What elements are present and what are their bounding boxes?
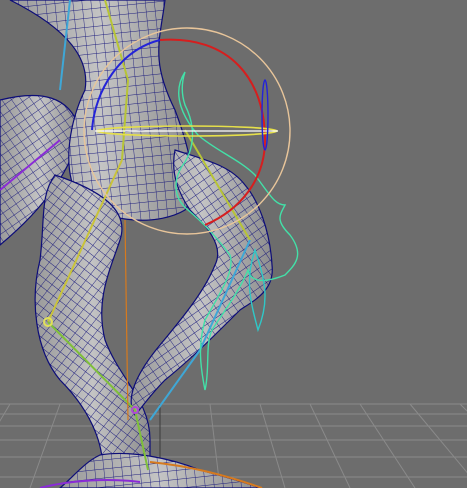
ground-grid: [0, 403, 467, 488]
viewport-scene[interactable]: [0, 0, 467, 488]
3d-viewport[interactable]: [0, 0, 467, 488]
